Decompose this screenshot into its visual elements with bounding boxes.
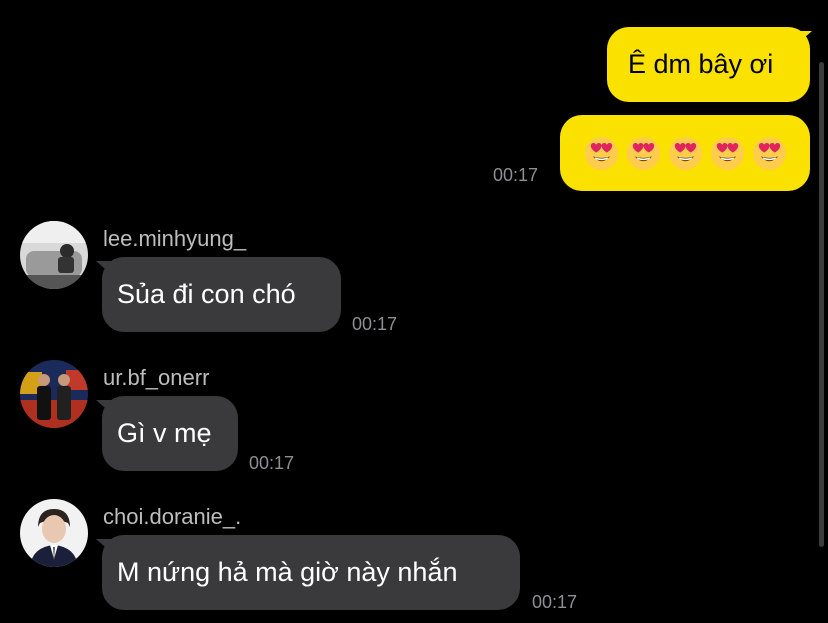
message-text: Ê dm bây ơi: [628, 49, 774, 79]
incoming-message-bubble[interactable]: Sủa đi con chó: [102, 257, 341, 332]
sender-name: choi.doranie_.: [103, 504, 242, 529]
sender-name: ur.bf_onerr: [103, 365, 210, 390]
heart-eyes-emoji-icon: [752, 136, 787, 170]
outgoing-emoji-bubble[interactable]: [560, 115, 810, 191]
heart-eyes-emoji-icon: [710, 136, 745, 170]
message-timestamp: 00:17: [352, 314, 398, 334]
message-text: Sủa đi con chó: [117, 279, 296, 309]
heart-eyes-emoji-icon: [668, 136, 703, 170]
sender-name: lee.minhyung_: [103, 226, 247, 251]
outgoing-message-bubble[interactable]: Ê dm bây ơi: [607, 27, 810, 102]
avatar[interactable]: [20, 360, 88, 428]
avatar[interactable]: [20, 499, 88, 567]
avatar-photo: [20, 499, 88, 567]
incoming-message-bubble[interactable]: M nứng hả mà giờ này nhắn: [102, 535, 520, 610]
message-timestamp: 00:17: [249, 453, 295, 473]
emoji-row: [584, 136, 787, 171]
message-text: Gì v mẹ: [117, 418, 212, 448]
message-timestamp: 00:17: [493, 165, 539, 185]
heart-eyes-emoji-icon: [626, 136, 661, 170]
message-text: M nứng hả mà giờ này nhắn: [117, 557, 458, 587]
avatar[interactable]: [20, 221, 88, 289]
avatar-photo: [20, 221, 88, 289]
heart-eyes-emoji-icon: [584, 136, 619, 170]
incoming-message-bubble[interactable]: Gì v mẹ: [102, 396, 238, 471]
avatar-photo: [20, 360, 88, 428]
message-timestamp: 00:17: [532, 592, 578, 612]
scrollbar[interactable]: [819, 62, 824, 547]
